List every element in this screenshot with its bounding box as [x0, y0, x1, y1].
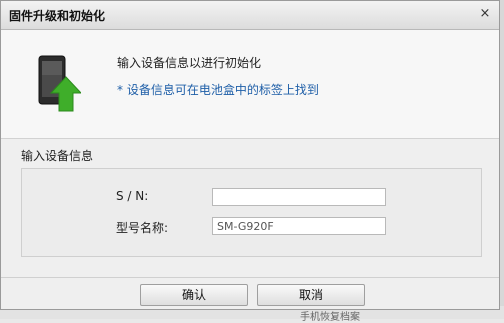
model-label: 型号名称: [116, 221, 169, 235]
cancel-button[interactable]: 取消 [257, 284, 365, 306]
phone-upgrade-icon [38, 55, 81, 112]
background-partial-text: 手机恢复档案 [300, 312, 360, 323]
confirm-button[interactable]: 确认 [140, 284, 248, 306]
info-hint: * 设备信息可在电池盒中的标签上找到 [117, 83, 319, 97]
sn-label: S / N: [116, 189, 149, 203]
footer-divider [1, 277, 499, 278]
sn-input[interactable] [212, 188, 386, 206]
model-input[interactable] [212, 217, 386, 235]
firmware-dialog: 固件升级和初始化 × 输入设备信息以进行初始化 * 设备信息可在电池盒中的标签上… [0, 0, 500, 310]
dialog-title: 固件升级和初始化 [9, 9, 106, 23]
close-icon[interactable]: × [477, 6, 493, 22]
dialog-titlebar: 固件升级和初始化 × [1, 1, 499, 30]
section-label: 输入设备信息 [21, 149, 94, 163]
device-info-form: S / N: 型号名称: [21, 168, 482, 257]
info-panel: 输入设备信息以进行初始化 * 设备信息可在电池盒中的标签上找到 [1, 30, 499, 139]
info-heading: 输入设备信息以进行初始化 [117, 56, 262, 70]
